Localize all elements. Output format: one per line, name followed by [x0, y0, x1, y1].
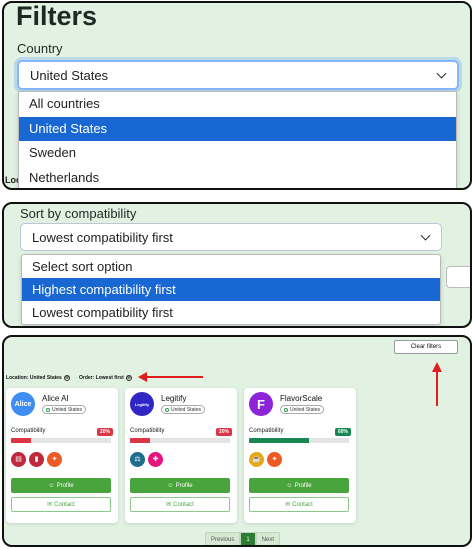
user-icon: ☺ [286, 482, 293, 489]
compatibility-badge: 20% [215, 428, 232, 436]
location-pin-icon [165, 407, 169, 412]
remove-filter-icon[interactable]: ⊗ [125, 375, 132, 381]
country-select-value: United States [30, 67, 109, 83]
filters-heading: Filters [16, 1, 98, 31]
compatibility-bar [249, 438, 349, 443]
country-dropdown-menu: All countries United States Sweden Nethe… [18, 91, 457, 189]
sort-panel: Sort by compatibility Lowest compatibili… [2, 202, 472, 328]
category-icons: ▤ ▮ ✦ [11, 452, 62, 467]
location-pin-icon [284, 407, 288, 412]
previous-page-button[interactable]: Previous [205, 532, 241, 545]
envelope-icon: ✉ [166, 502, 172, 508]
envelope-icon: ✉ [285, 502, 291, 508]
company-card: Legitify Legitify United States Compatib… [125, 388, 237, 523]
profile-button[interactable]: ☺ Profile [249, 478, 349, 493]
red-arrow-left-head [138, 372, 147, 382]
company-card: F FlavorScale United States Compatibilit… [244, 388, 356, 523]
compatibility-badge: 60% [334, 428, 351, 436]
compatibility-label: Compatibility [11, 428, 46, 434]
network-icon: ✦ [267, 452, 282, 467]
location-text: United States [171, 406, 202, 413]
company-name: Alice AI [42, 394, 69, 403]
sort-dropdown-menu: Select sort option Highest compatibility… [21, 254, 441, 325]
company-card: Alice Alice AI United States Compatibili… [6, 388, 118, 523]
active-filter-location: Location: United States ⊗ [6, 373, 70, 383]
compatibility-bar [11, 438, 111, 443]
company-logo: F [249, 392, 273, 416]
sort-label: Sort by compatibility [20, 206, 137, 221]
compatibility-bar-fill [249, 438, 309, 443]
user-icon: ☺ [48, 482, 55, 489]
profile-button[interactable]: ☺ Profile [11, 478, 111, 493]
envelope-icon: ✉ [47, 502, 53, 508]
chip-label: Location: United States [6, 375, 62, 381]
chevron-down-icon [420, 230, 431, 241]
country-option-netherlands[interactable]: Netherlands [19, 166, 456, 189]
scale-icon: ⚖ [130, 452, 145, 467]
compatibility-bar-fill [130, 438, 150, 443]
red-arrow-left [142, 376, 203, 378]
compatibility-badge: 20% [96, 428, 113, 436]
country-option-united-states[interactable]: United States [19, 116, 456, 141]
category-icons: ☕ ✦ [249, 452, 282, 467]
location-text: United States [52, 406, 83, 413]
sort-select-value: Lowest compatibility first [32, 229, 173, 245]
compatibility-label: Compatibility [249, 428, 284, 434]
company-logo: Legitify [130, 392, 154, 416]
country-label: Country [17, 41, 63, 56]
country-option-sweden[interactable]: Sweden [19, 141, 456, 166]
red-arrow-up [436, 372, 438, 406]
chip-label: Order: Lowest first [79, 375, 124, 381]
location-pin-icon [46, 407, 50, 412]
active-filter-order: Order: Lowest first ⊗ [79, 373, 132, 383]
compatibility-bar [130, 438, 230, 443]
contact-button[interactable]: ✉ Contact [130, 497, 230, 512]
company-logo: Alice [11, 392, 35, 416]
red-arrow-up-head [432, 362, 442, 372]
user-icon: ☺ [167, 482, 174, 489]
compass-icon: ✚ [148, 452, 163, 467]
country-filter-panel: Filters Country Loc United States All co… [2, 1, 472, 190]
sort-option-placeholder[interactable]: Select sort option [22, 255, 440, 278]
sort-select[interactable]: Lowest compatibility first [20, 223, 442, 251]
location-badge: United States [42, 405, 87, 414]
results-panel: Clear filters Location: United States ⊗ … [2, 335, 472, 547]
location-text: United States [290, 406, 321, 413]
compatibility-bar-fill [11, 438, 31, 443]
contact-button[interactable]: ✉ Contact [11, 497, 111, 512]
location-badge: United States [161, 405, 206, 414]
remove-filter-icon[interactable]: ⊗ [63, 375, 70, 381]
country-option-all[interactable]: All countries [19, 92, 456, 117]
clear-filters-button[interactable]: Clear filters [394, 340, 458, 354]
country-select[interactable]: United States [17, 60, 459, 90]
chevron-down-icon [436, 68, 447, 79]
book-icon: ▤ [11, 452, 26, 467]
location-badge: United States [280, 405, 325, 414]
next-page-button[interactable]: Next [255, 532, 281, 545]
food-icon: ☕ [249, 452, 264, 467]
pagination: Previous 1 Next [205, 532, 281, 545]
network-icon: ✦ [47, 452, 62, 467]
sort-option-lowest[interactable]: Lowest compatibility first [22, 301, 440, 324]
category-icons: ⚖ ✚ [130, 452, 163, 467]
hidden-control-behind-menu [446, 266, 470, 288]
company-name: FlavorScale [280, 394, 323, 403]
profile-button[interactable]: ☺ Profile [130, 478, 230, 493]
company-name: Legitify [161, 394, 187, 403]
compatibility-label: Compatibility [130, 428, 165, 434]
bar-chart-icon: ▮ [29, 452, 44, 467]
page-1-button[interactable]: 1 [240, 532, 256, 545]
contact-button[interactable]: ✉ Contact [249, 497, 349, 512]
sort-option-highest[interactable]: Highest compatibility first [22, 278, 440, 301]
